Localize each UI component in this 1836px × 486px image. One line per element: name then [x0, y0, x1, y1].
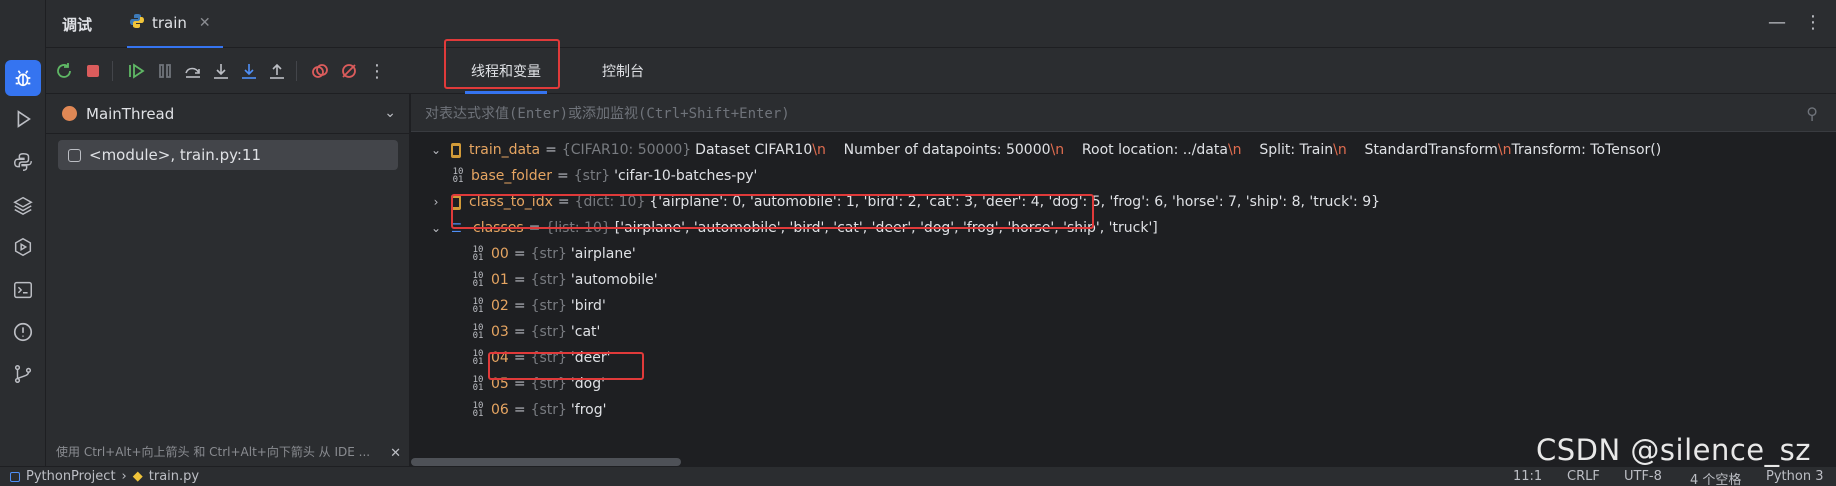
horizontal-scrollbar[interactable]: [411, 458, 681, 466]
tab-debug[interactable]: 调试: [62, 0, 92, 48]
tab-close-icon[interactable]: ✕: [199, 15, 211, 31]
add-watch-icon[interactable]: ⚲: [1806, 104, 1818, 123]
indent-setting[interactable]: 4 个空格: [1690, 469, 1741, 486]
python-file-icon: ◆: [132, 469, 143, 484]
tab-threads-variables[interactable]: 线程和变量: [459, 48, 553, 94]
list-item[interactable]: 10 01 04 = {str} 'deer': [471, 345, 611, 371]
python-console-icon[interactable]: [5, 144, 41, 180]
problems-icon[interactable]: [5, 314, 41, 350]
breadcrumb-project[interactable]: PythonProject: [26, 469, 116, 484]
tab-console[interactable]: 控制台: [598, 48, 648, 94]
variable-row-classes[interactable]: ⌄ ☰ classes = {list: 10} ['airplane', 'a…: [429, 215, 1158, 241]
python-file-icon: [129, 13, 145, 33]
close-icon[interactable]: ✕: [390, 446, 401, 461]
frame-icon: [68, 148, 81, 162]
string-icon: 10 01: [472, 349, 484, 367]
pause-icon[interactable]: [153, 59, 177, 83]
string-icon: 10 01: [452, 167, 464, 185]
step-over-icon[interactable]: [181, 59, 205, 83]
string-icon: 10 01: [472, 245, 484, 263]
view-breakpoints-icon[interactable]: [308, 59, 332, 83]
status-bar: PythonProject › ◆ train.py 11:1 CRLF UTF…: [0, 466, 1836, 486]
frame-item[interactable]: <module>, train.py:11: [58, 140, 398, 170]
dict-icon: [451, 194, 461, 210]
collapse-chevron-icon[interactable]: ⌄: [429, 143, 443, 157]
list-item[interactable]: 10 01 02 = {str} 'bird': [471, 293, 606, 319]
variable-row-train-data[interactable]: ⌄ train_data = {CIFAR10: 50000} Dataset …: [429, 137, 1661, 163]
more-actions-icon[interactable]: ⋮: [365, 59, 389, 83]
string-icon: 10 01: [472, 375, 484, 393]
thread-name: MainThread: [86, 104, 175, 123]
services-icon[interactable]: [5, 229, 41, 265]
chevron-down-icon[interactable]: ⌄: [384, 105, 396, 121]
list-item[interactable]: 10 01 01 = {str} 'automobile': [471, 267, 658, 293]
layers-icon[interactable]: [5, 187, 41, 223]
evaluate-expression-input[interactable]: 对表达式求值(Enter)或添加监视(Ctrl+Shift+Enter): [411, 94, 1836, 132]
tab-train-label: train: [152, 14, 187, 32]
variables-panel: 对表达式求值(Enter)或添加监视(Ctrl+Shift+Enter) ⚲ ⌄…: [411, 94, 1836, 466]
string-icon: 10 01: [472, 271, 484, 289]
cursor-position[interactable]: 11:1: [1513, 469, 1542, 484]
frames-panel: MainThread ⌄ <module>, train.py:11 使用 Ct…: [46, 94, 410, 466]
run-tool-icon[interactable]: [5, 101, 41, 137]
mute-breakpoints-icon[interactable]: [337, 59, 361, 83]
project-icon: [10, 471, 20, 482]
terminal-icon[interactable]: [5, 272, 41, 308]
string-icon: 10 01: [472, 323, 484, 341]
activity-bar: [0, 0, 46, 486]
stop-icon[interactable]: [81, 59, 105, 83]
list-item[interactable]: 10 01 05 = {str} 'dog': [471, 371, 605, 397]
collapse-chevron-icon[interactable]: ⌄: [429, 221, 443, 235]
step-into-icon[interactable]: [209, 59, 233, 83]
resume-icon[interactable]: [124, 59, 148, 83]
breadcrumb: PythonProject › ◆ train.py: [10, 469, 199, 484]
interpreter[interactable]: Python 3: [1766, 469, 1823, 484]
variable-row-base-folder[interactable]: 10 01 base_folder = {str} 'cifar-10-batch…: [451, 163, 758, 189]
minimize-icon[interactable]: —: [1768, 12, 1786, 33]
object-icon: [451, 142, 461, 158]
string-icon: 10 01: [472, 401, 484, 419]
variable-row-class-to-idx[interactable]: › class_to_idx = {dict: 10} {'airplane':…: [429, 189, 1380, 215]
more-options-icon[interactable]: ⋮: [1804, 12, 1822, 33]
rerun-icon[interactable]: [52, 59, 76, 83]
step-out-icon[interactable]: [265, 59, 289, 83]
thread-selector[interactable]: MainThread ⌄: [46, 94, 410, 134]
expand-chevron-icon[interactable]: ›: [429, 195, 443, 209]
list-item[interactable]: 10 01 00 = {str} 'airplane': [471, 241, 636, 267]
list-item[interactable]: 10 01 03 = {str} 'cat': [471, 319, 601, 345]
string-icon: 10 01: [472, 297, 484, 315]
breadcrumb-file[interactable]: train.py: [149, 469, 199, 484]
tool-window-header: 调试 train ✕ — ⋮: [46, 0, 1836, 48]
debug-tool-icon[interactable]: [5, 60, 41, 96]
step-into-my-code-icon[interactable]: [237, 59, 261, 83]
debug-toolbar: ⋮ 线程和变量 控制台: [46, 39, 1836, 94]
chevron-right-icon: ›: [121, 469, 127, 484]
file-encoding[interactable]: UTF-8: [1624, 469, 1662, 484]
frame-label: <module>, train.py:11: [89, 146, 262, 164]
list-item[interactable]: 10 01 06 = {str} 'frog': [471, 397, 607, 423]
thread-status-icon: [62, 106, 77, 121]
list-icon: ☰: [451, 221, 462, 235]
watermark: CSDN @silence_sz: [1536, 433, 1811, 467]
git-icon[interactable]: [5, 356, 41, 392]
navigation-hint: 使用 Ctrl+Alt+向上箭头 和 Ctrl+Alt+向下箭头 从 IDE .…: [56, 445, 371, 459]
line-separator[interactable]: CRLF: [1567, 469, 1600, 484]
tab-train[interactable]: train ✕: [127, 0, 223, 48]
